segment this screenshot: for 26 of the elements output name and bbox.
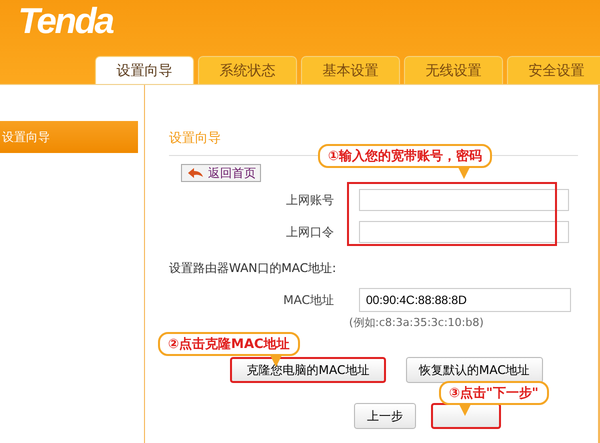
nav-tab[interactable]: 系统状态 (198, 56, 297, 84)
back-button[interactable]: 返回首页 (181, 164, 261, 182)
panel-title: 设置向导 (169, 130, 222, 147)
input-field[interactable] (359, 221, 569, 243)
callout: ③点击"下一步" (439, 381, 549, 405)
field-label: 上网口令 (285, 224, 334, 240)
return-arrow-icon (186, 167, 204, 179)
mac-field[interactable]: 00:90:4C:88:88:8D (359, 288, 571, 312)
nav-tab[interactable]: 无线设置 (404, 56, 503, 84)
input-field[interactable] (359, 189, 569, 211)
hint-text: (例如:c8:3a:35:3c:10:b8) (349, 315, 485, 330)
callout-pointer (459, 404, 471, 416)
field-label: 上网账号 (285, 192, 334, 208)
field-label: MAC地址 (282, 292, 334, 308)
callout-pointer (458, 167, 470, 179)
previous-button[interactable]: 上一步 (354, 403, 416, 429)
nav-tab[interactable]: 基本设置 (301, 56, 400, 84)
callout: ②点击克隆MAC地址 (158, 332, 300, 356)
nav-tab[interactable]: 安全设置 (507, 56, 600, 84)
callout: ①输入您的宽带账号，密码 (318, 144, 492, 168)
nav-tab[interactable]: 设置向导 (95, 56, 194, 84)
logo: Tenda (18, 0, 113, 42)
section-label: 设置路由器WAN口的MAC地址: (169, 260, 338, 277)
clone-mac-button[interactable]: 克隆您电脑的MAC地址 (230, 357, 386, 383)
next-button[interactable] (431, 403, 501, 429)
restore-mac-button[interactable]: 恢复默认的MAC地址 (406, 357, 543, 383)
